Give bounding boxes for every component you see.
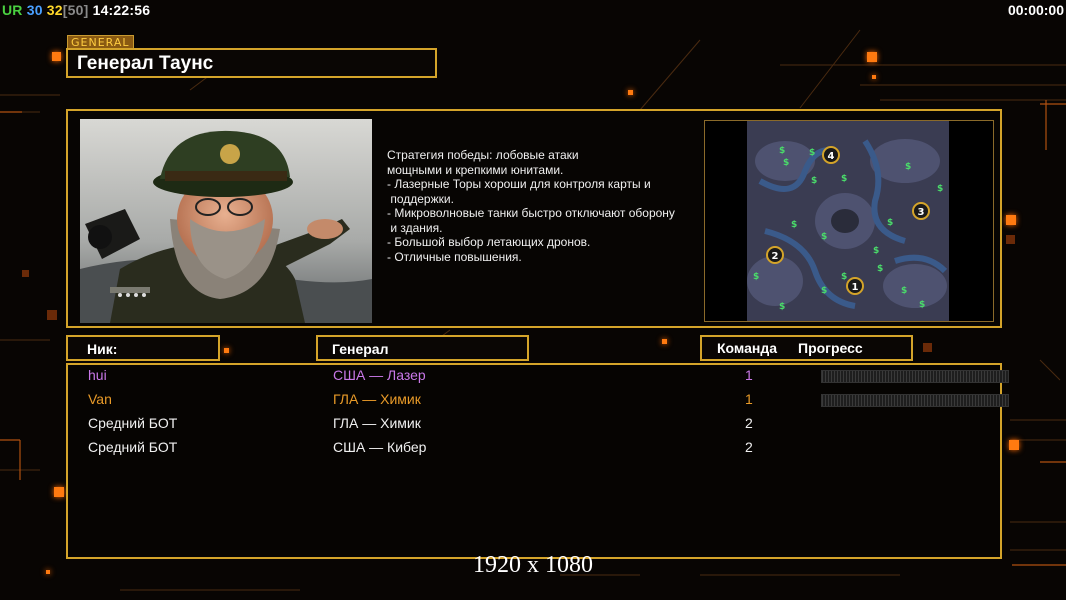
spawn-marker: 1 <box>852 282 859 293</box>
player-team: 2 <box>745 439 753 455</box>
spawn-marker: 4 <box>828 151 835 162</box>
player-nick: Van <box>88 391 112 407</box>
resource-marker: $ <box>753 272 759 282</box>
general-info-panel: Стратегия победы: лобовые атаки мощными … <box>66 109 1002 328</box>
glow-square <box>54 487 64 497</box>
player-general: ГЛА — Химик <box>333 391 421 407</box>
resource-marker: $ <box>779 302 785 312</box>
glow-square <box>872 75 876 79</box>
description-line: - Большой выбор летающих дронов. <box>387 235 591 249</box>
ur-label: UR <box>2 2 23 18</box>
glow-square <box>224 348 229 353</box>
resource-marker: $ <box>791 220 797 230</box>
player-nick: Средний БОТ <box>88 439 178 455</box>
resource-marker: $ <box>841 272 847 282</box>
player-general: США — Кибер <box>333 439 427 455</box>
resource-marker: $ <box>937 184 943 194</box>
description-line: Стратегия победы: лобовые атаки <box>387 148 579 162</box>
clock: 14:22:56 <box>92 2 151 18</box>
header-nick-box: Ник: <box>66 335 220 361</box>
player-list: hui США — Лазер 1 Van ГЛА — Химик 1 Сред… <box>66 363 1009 559</box>
resource-marker: $ <box>887 218 893 228</box>
status-bar: UR 30 32[50] 14:22:56 00:00:00 <box>0 0 1066 20</box>
dim-square <box>22 270 29 277</box>
description-line: - Микроволновые танки быстро отключают о… <box>387 206 675 220</box>
player-general: ГЛА — Химик <box>333 415 421 431</box>
description-line: и здания. <box>387 220 443 235</box>
header-general-box: Генерал <box>316 335 529 361</box>
resource-marker: $ <box>873 246 879 256</box>
resource-marker: $ <box>779 146 785 156</box>
resource-marker: $ <box>919 300 925 310</box>
player-team: 1 <box>745 367 753 383</box>
description-line: - Отличные повышения. <box>387 249 522 264</box>
header-team-progress-box: Команда Прогресс <box>700 335 913 361</box>
stat-value-1: 30 <box>26 2 43 18</box>
description-line: поддержки. <box>387 191 454 206</box>
glow-square <box>628 90 633 95</box>
header-progress: Прогресс <box>798 340 863 356</box>
resource-marker: $ <box>841 174 847 184</box>
resource-marker: $ <box>809 148 815 158</box>
resolution-label: 1920 x 1080 <box>473 552 593 578</box>
glow-square <box>1006 215 1016 225</box>
glow-square <box>662 339 667 344</box>
portrait-image <box>80 119 372 323</box>
description-line: мощными и крепкими юнитами. <box>387 162 564 177</box>
general-description: Стратегия победы: лобовые атаки мощными … <box>387 148 707 264</box>
game-timer: 00:00:00 <box>1007 2 1064 18</box>
dim-square <box>923 343 932 352</box>
dim-square <box>1006 235 1015 244</box>
map-preview[interactable]: $ $ $ $ $ $ $ $ $ $ $ $ $ $ $ $ $ $ 1 2 … <box>704 120 994 322</box>
dim-square <box>47 310 57 320</box>
general-portrait <box>80 119 372 323</box>
player-team: 1 <box>745 391 753 407</box>
header-team: Команда <box>717 340 777 356</box>
resource-marker: $ <box>821 286 827 296</box>
player-stats: UR 30 32[50] 14:22:56 <box>2 2 150 18</box>
general-title-box: Генерал Таунс <box>66 48 437 78</box>
glow-square <box>1009 440 1019 450</box>
glow-square <box>52 52 61 61</box>
resource-marker: $ <box>901 286 907 296</box>
player-team: 2 <box>745 415 753 431</box>
resource-marker: $ <box>811 176 817 186</box>
spawn-marker: 3 <box>918 207 925 218</box>
spawn-marker: 2 <box>772 251 779 262</box>
player-nick: Средний БОТ <box>88 415 178 431</box>
header-general: Генерал <box>332 341 389 357</box>
general-name: Генерал Таунс <box>77 53 214 74</box>
resource-marker: $ <box>905 162 911 172</box>
stat-value-3: [50] <box>62 2 89 18</box>
resource-marker: $ <box>877 264 883 274</box>
resource-marker: $ <box>783 158 789 168</box>
description-line: - Лазерные Торы хороши для контроля карт… <box>387 177 651 191</box>
progress-bar <box>821 394 1009 407</box>
map-image: $ $ $ $ $ $ $ $ $ $ $ $ $ $ $ $ $ $ 1 2 … <box>705 121 993 321</box>
player-general: США — Лазер <box>333 367 426 383</box>
progress-bar <box>821 370 1009 383</box>
glow-square <box>867 52 877 62</box>
player-nick: hui <box>88 367 107 383</box>
header-nick: Ник: <box>87 341 118 357</box>
resource-marker: $ <box>821 232 827 242</box>
stat-value-2: 32 <box>46 2 63 18</box>
